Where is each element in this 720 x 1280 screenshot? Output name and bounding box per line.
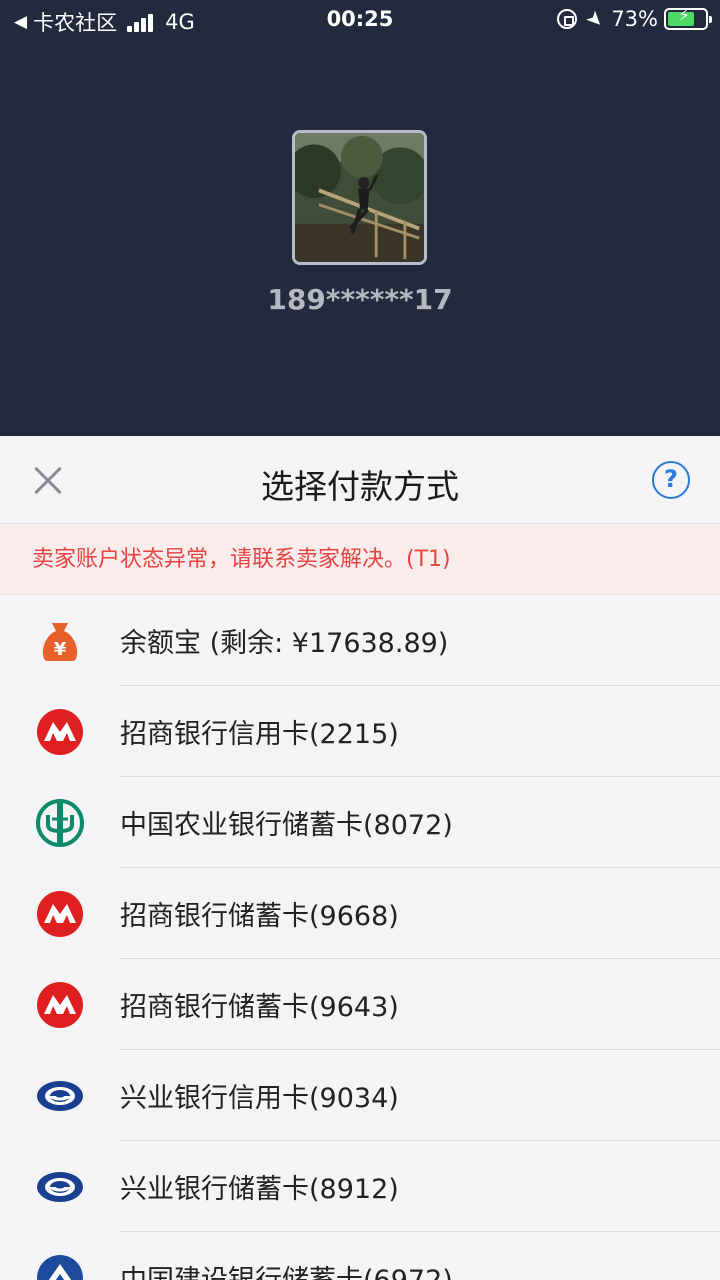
svg-text:¥: ¥ — [54, 639, 67, 660]
rotation-lock-icon — [556, 9, 577, 29]
sheet-header: 选择付款方式 ? — [0, 436, 720, 524]
profile-header: ◀ 卡农社区 4G 00:25 ➤ 73% ⚡ 189******17 — [0, 0, 720, 436]
battery-percent: 73% — [611, 7, 658, 31]
yuebao-money-bag-icon: ¥ — [36, 617, 84, 665]
avatar — [292, 130, 427, 265]
cib-bank-icon — [36, 1163, 84, 1211]
payment-method-label: 招商银行信用卡(2215) — [120, 719, 399, 750]
status-bar: ◀ 卡农社区 4G 00:25 ➤ 73% ⚡ — [0, 0, 720, 40]
seller-warning-banner: 卖家账户状态异常，请联系卖家解决。(T1) — [0, 524, 720, 595]
payment-method-label: 招商银行储蓄卡(9643) — [120, 992, 399, 1023]
sheet-title: 选择付款方式 — [261, 467, 459, 506]
location-arrow-icon: ➤ — [580, 4, 610, 34]
account-number: 189******17 — [267, 283, 453, 316]
payment-method-label: 兴业银行储蓄卡(8912) — [120, 1174, 399, 1205]
cmb-bank-icon — [36, 981, 84, 1029]
cib-bank-icon — [36, 1072, 84, 1120]
payment-method-item[interactable]: 兴业银行储蓄卡(8912) — [0, 1141, 720, 1232]
avatar-photo — [295, 133, 424, 262]
payment-method-item[interactable]: 中国农业银行储蓄卡(8072) — [0, 777, 720, 868]
payment-method-item[interactable]: 中国建设银行储蓄卡(6972) — [0, 1232, 720, 1280]
payment-method-label: 中国建设银行储蓄卡(6972) — [120, 1258, 453, 1280]
battery-icon: ⚡ — [664, 6, 712, 30]
cmb-bank-icon — [36, 890, 84, 938]
payment-method-label: 中国农业银行储蓄卡(8072) — [120, 810, 453, 841]
abc-bank-icon — [36, 799, 84, 847]
payment-method-label: 余额宝 (剩余: ¥17638.89) — [120, 628, 449, 659]
cmb-bank-icon — [36, 708, 84, 756]
ccb-bank-icon — [36, 1254, 84, 1280]
payment-method-item[interactable]: 招商银行储蓄卡(9643) — [0, 959, 720, 1050]
payment-method-item[interactable]: 招商银行信用卡(2215) — [0, 686, 720, 777]
payment-method-label: 招商银行储蓄卡(9668) — [120, 901, 399, 932]
payment-method-item[interactable]: 招商银行储蓄卡(9668) — [0, 868, 720, 959]
payment-method-item[interactable]: ¥ 余额宝 (剩余: ¥17638.89) — [0, 595, 720, 686]
payment-method-list: ¥ 余额宝 (剩余: ¥17638.89) 招商银行信用卡(2215) 中国农业… — [0, 595, 720, 1280]
payment-method-label: 兴业银行信用卡(9034) — [120, 1083, 399, 1114]
payment-method-sheet: 选择付款方式 ? 卖家账户状态异常，请联系卖家解决。(T1) ¥ 余额宝 (剩余… — [0, 436, 720, 1280]
charging-bolt-icon: ⚡ — [678, 6, 690, 26]
payment-method-item[interactable]: 兴业银行信用卡(9034) — [0, 1050, 720, 1141]
help-icon[interactable]: ? — [652, 461, 690, 499]
